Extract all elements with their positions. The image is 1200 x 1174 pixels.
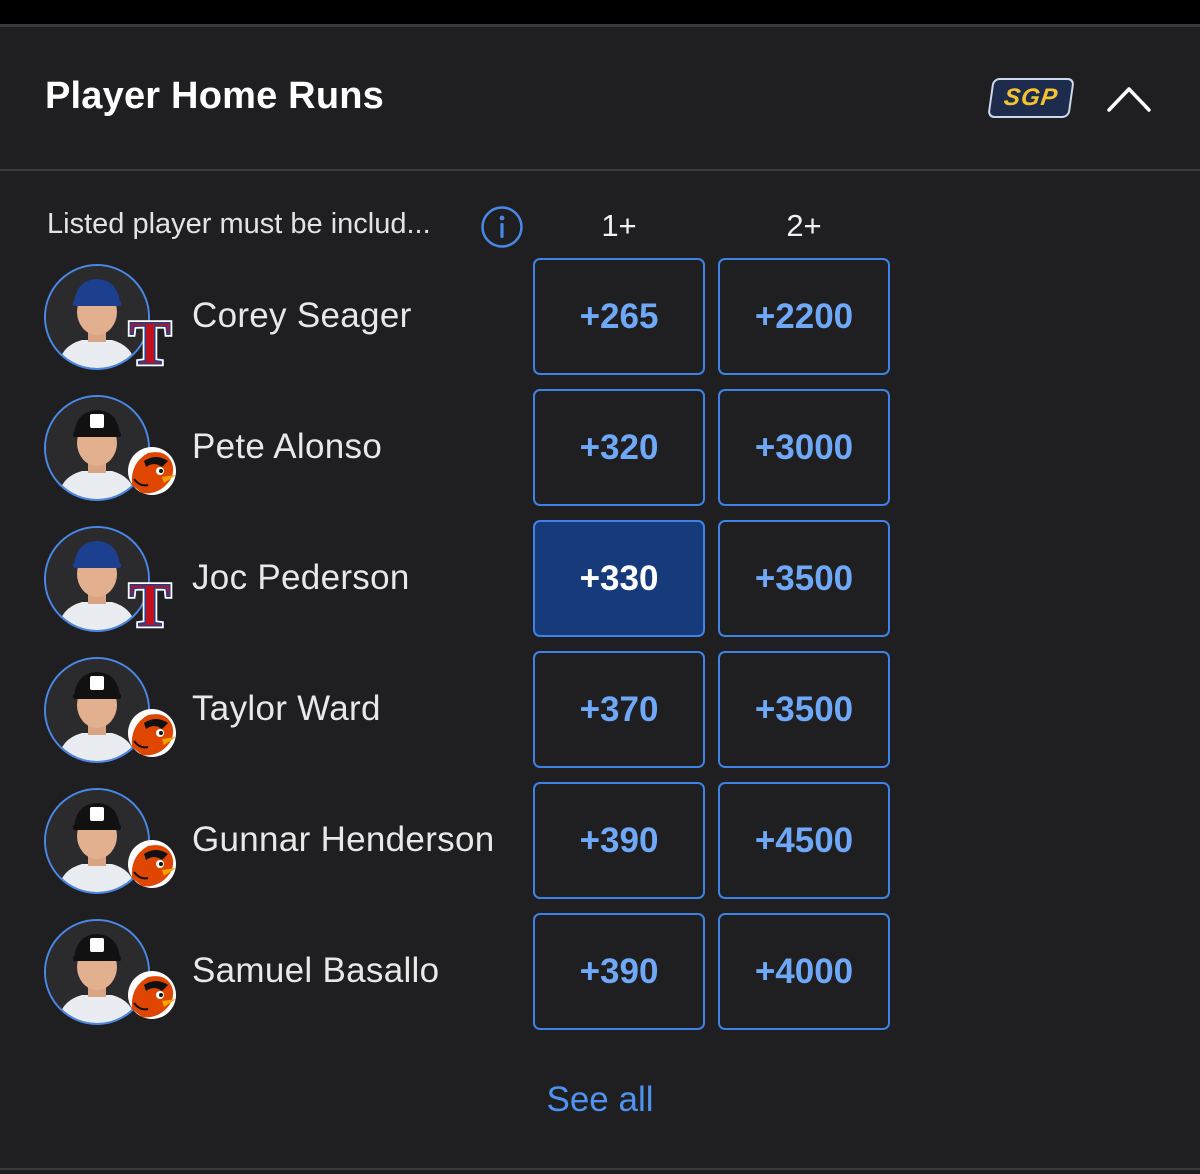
see-all-link[interactable]: See all (0, 1080, 1200, 1120)
odds-button-1-plus[interactable]: +265 (533, 258, 705, 375)
column-header-1-plus: 1+ (601, 208, 637, 243)
bottom-divider (0, 1168, 1200, 1170)
baltimore-orioles-logo-icon (122, 834, 178, 894)
player-name: Samuel Basallo (192, 951, 440, 990)
texas-rangers-logo-icon: T T (122, 308, 178, 381)
player-row: T T Corey Seager +265 +2200 (0, 258, 1200, 381)
odds-button-1-plus[interactable]: +320 (533, 389, 705, 506)
odds-value: +370 (579, 689, 659, 729)
odds-value: +390 (579, 820, 659, 860)
sgp-badge: SGP (987, 78, 1075, 118)
odds-button-2-plus[interactable]: +4500 (718, 782, 890, 899)
odds-button-2-plus[interactable]: +3000 (718, 389, 890, 506)
odds-button-2-plus[interactable]: +2200 (718, 258, 890, 375)
odds-button-1-plus[interactable]: +390 (533, 913, 705, 1030)
player-row: T T Joc Pederson +330 +3500 (0, 520, 1200, 643)
odds-value: +3000 (754, 427, 854, 467)
player-name: Joc Pederson (192, 558, 410, 597)
player-name: Taylor Ward (192, 689, 381, 728)
texas-rangers-logo-icon: T T (122, 570, 178, 643)
player-row: Gunnar Henderson +390 +4500 (0, 782, 1200, 902)
svg-text:T: T (129, 572, 170, 632)
market-title: Player Home Runs (45, 75, 384, 117)
odds-value: +2200 (754, 296, 854, 336)
market-note: Listed player must be includ... (47, 208, 431, 240)
player-row: Pete Alonso +320 +3000 (0, 389, 1200, 509)
top-bar (0, 0, 1200, 24)
sgp-badge-label: SGP (1002, 84, 1060, 111)
odds-button-1-plus[interactable]: +370 (533, 651, 705, 768)
player-row: Samuel Basallo +390 +4000 (0, 913, 1200, 1033)
odds-button-2-plus[interactable]: +3500 (718, 651, 890, 768)
market-header[interactable]: Player Home Runs SGP (0, 27, 1200, 169)
svg-text:T: T (129, 310, 170, 370)
odds-value: +320 (579, 427, 659, 467)
baltimore-orioles-logo-icon (122, 703, 178, 763)
odds-value: +4500 (754, 820, 854, 860)
odds-value: +4000 (754, 951, 854, 991)
info-icon[interactable] (480, 205, 524, 249)
odds-button-2-plus[interactable]: +3500 (718, 520, 890, 637)
player-name: Pete Alonso (192, 427, 383, 466)
column-header-2-plus: 2+ (786, 208, 822, 243)
odds-value: +390 (579, 951, 659, 991)
player-row: Taylor Ward +370 +3500 (0, 651, 1200, 771)
player-name: Gunnar Henderson (192, 820, 495, 859)
odds-value: +330 (579, 558, 659, 598)
baltimore-orioles-logo-icon (122, 441, 178, 501)
odds-button-1-plus[interactable]: +330 (533, 520, 705, 637)
player-name: Corey Seager (192, 296, 412, 335)
header-divider (0, 169, 1200, 171)
odds-button-2-plus[interactable]: +4000 (718, 913, 890, 1030)
odds-value: +3500 (754, 558, 854, 598)
odds-button-1-plus[interactable]: +390 (533, 782, 705, 899)
chevron-up-icon[interactable] (1106, 83, 1152, 113)
baltimore-orioles-logo-icon (122, 965, 178, 1025)
odds-value: +3500 (754, 689, 854, 729)
odds-value: +265 (579, 296, 659, 336)
